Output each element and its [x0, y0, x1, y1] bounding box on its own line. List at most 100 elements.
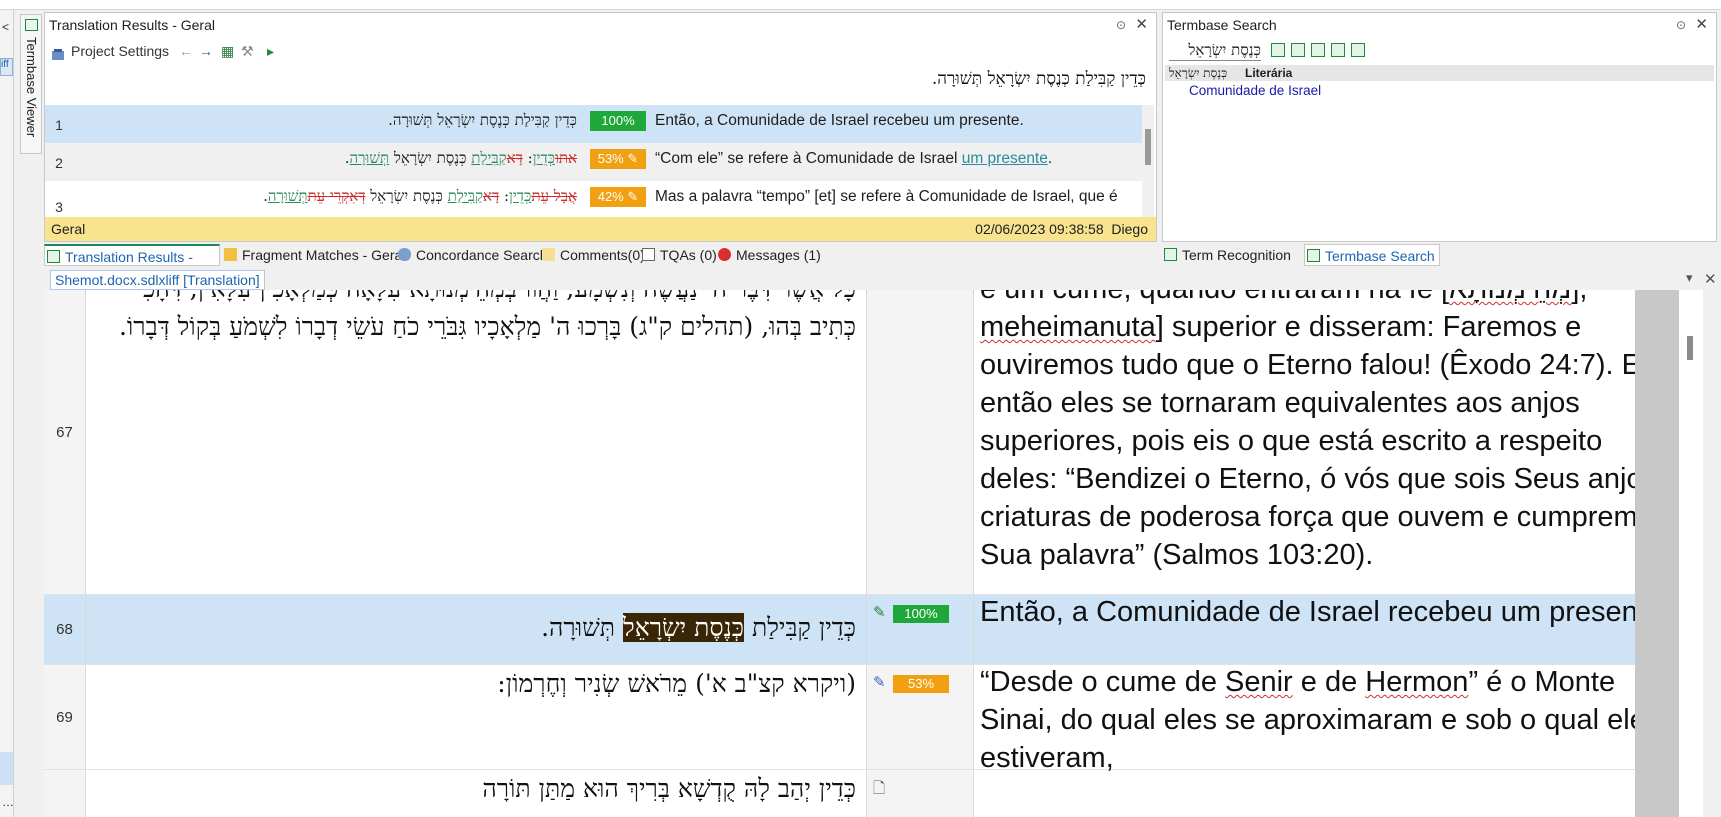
tab-label: Fragment Matches - Geral	[242, 247, 406, 263]
project-settings-label: Project Settings	[71, 43, 170, 59]
results-scrollbar[interactable]	[1142, 105, 1154, 221]
settings-tool-icon[interactable]: ⚒	[241, 39, 254, 63]
search-termbase-icon[interactable]	[1271, 43, 1285, 57]
tab-label: Concordance Search	[416, 247, 548, 263]
left-dock-tag[interactable]: iff	[0, 58, 13, 76]
termbase-list-icon[interactable]	[1311, 43, 1325, 57]
collapse-arrow-icon[interactable]: <	[2, 20, 9, 34]
segment-row-69[interactable]: 69 (ויקרא קצ"ב א') מֵרֹאשׁ שְׂנִיר וְחֶר…	[44, 665, 1660, 774]
result-field: Literária	[1245, 66, 1293, 80]
left-dock-more[interactable]: …	[2, 795, 14, 809]
left-dock-selected-item[interactable]	[0, 752, 13, 785]
segment-source[interactable]: כָּל אֲשֶׁר דִּבֶּר ה' נַעֲשֶׂה וְנִשְׁמ…	[88, 290, 864, 346]
diff-text: :	[499, 187, 510, 205]
target-text: ] superior e disseram: Faremos e ouvirem…	[980, 311, 1666, 571]
inserted-text: קַבִּילַת	[471, 149, 507, 167]
result-number: 2	[55, 155, 63, 171]
close-document-icon[interactable]: ✕	[1704, 270, 1717, 288]
termbase-edit-icon[interactable]	[1351, 43, 1365, 57]
tab-termbase-search[interactable]: Termbase Search	[1304, 244, 1440, 266]
tab-tqas[interactable]: TQAs (0)	[640, 244, 717, 266]
dropdown-icon[interactable]: ▾	[1686, 270, 1693, 286]
close-icon[interactable]: ✕	[1135, 13, 1148, 37]
termbase-viewer-icon	[25, 19, 38, 31]
inserted-text: תְּשׁוּרָה	[267, 187, 308, 205]
deleted-text: אֲבָל עֵת	[531, 187, 577, 205]
project-settings-icon	[51, 45, 65, 61]
segment-number	[44, 770, 86, 817]
tab-translation-results[interactable]: Translation Results - Geral	[44, 244, 220, 287]
segment-target[interactable]: e um cume, quando entraram na fé [מְהֵימ…	[978, 290, 1678, 574]
termbase-tab-bar: Term Recognition Termbase Search	[1162, 244, 1717, 266]
result-target: Mas a palavra “tempo” [et] se refere à C…	[655, 188, 1118, 205]
draft-pencil-icon: ✎	[873, 674, 886, 691]
editor-scrollbar-thumb[interactable]	[1687, 336, 1693, 360]
segment-source[interactable]: כְּדֵין יְהַב לָהּ קֻדְשָׁא בְּרִיךְ הוּ…	[88, 770, 864, 808]
match-percent: 42%	[597, 189, 624, 204]
inserted-text: קַבִּילַת	[447, 187, 483, 205]
deleted-text: דָּא	[482, 187, 500, 205]
segment-row-70[interactable]: כְּדֵין יְהַב לָהּ קֻדְשָׁא בְּרִיךְ הוּ…	[44, 770, 1635, 817]
status-meta: 02/06/2023 09:38:58 Diego	[975, 217, 1148, 241]
termbase-search-input[interactable]: כְּנֶסֶת יִשְׂרָאֵל	[1169, 41, 1261, 61]
result-row[interactable]: 1 כְּדֵין קַבִּילַת כְּנֶסֶת יִשְׂרָאֵל …	[45, 105, 1153, 143]
results-tab-bar: Translation Results - Geral Fragment Mat…	[44, 244, 1157, 287]
expand-arrow-icon[interactable]: ▸	[267, 39, 274, 63]
pin-icon[interactable]: ⊙	[1676, 13, 1686, 37]
deleted-text: דָּא	[506, 149, 523, 167]
segment-target[interactable]: Então, a Comunidade de Israel recebeu um…	[978, 593, 1678, 631]
segment-row-67[interactable]: 67 כָּל אֲשֶׁר דִּבֶּר ה' נַעֲשֶׂה וְנִש…	[44, 290, 1665, 595]
termbase-result-term[interactable]: Comunidade de Israel	[1189, 83, 1321, 98]
segment-target[interactable]: “Desde o cume de Senir e de Hermon” é o …	[978, 663, 1678, 777]
tab-messages[interactable]: Messages (1)	[716, 244, 821, 266]
term-recognition-icon	[1164, 248, 1177, 261]
tab-comments[interactable]: Comments(0)	[540, 244, 645, 266]
match-badge: 53%	[893, 675, 949, 693]
result-source-diff: אתוכְּדֵין: דָּאקַבִּילַת כְּנֶסֶת יִשְׂ…	[73, 149, 583, 168]
tab-fragment-matches[interactable]: Fragment Matches - Geral	[222, 244, 405, 266]
match-badge: 100%	[893, 605, 949, 623]
termbase-view-icon[interactable]	[1291, 43, 1305, 57]
translation-results-panel: Translation Results - Geral ⊙ ✕ Project …	[44, 12, 1157, 242]
error-icon	[718, 248, 731, 261]
previous-arrow-icon[interactable]: ←	[179, 39, 193, 63]
tab-term-recognition[interactable]: Term Recognition	[1162, 244, 1291, 266]
termbase-viewer-tab[interactable]: Termbase Viewer	[20, 14, 42, 154]
document-tab[interactable]: Shemot.docx.sdlxliff [Translation]	[50, 270, 265, 290]
close-icon[interactable]: ✕	[1695, 13, 1708, 37]
project-settings-button[interactable]: Project Settings	[51, 39, 169, 63]
result-row[interactable]: 3 אֲבָל עֵתכְּדֵין: דָּאקַבִּילַת כְּנֶס…	[45, 181, 1153, 221]
translated-pencil-icon: ✎	[873, 604, 886, 621]
fragment-icon	[224, 248, 237, 261]
inserted-text: כְּדֵין	[532, 149, 555, 167]
segment-row-68[interactable]: 68 כְּדֵין קַבִּילַת כְּנֶסֶת יִשְׂרָאֵל…	[44, 595, 1670, 665]
termbase-result-header: כְּנֶסֶת יִשְׂרָאֵל Literária	[1165, 65, 1714, 81]
tab-label: TQAs (0)	[660, 247, 717, 263]
status-user: Diego	[1111, 221, 1148, 237]
segment-number: 67	[44, 290, 86, 594]
termbase-search-title: Termbase Search	[1167, 17, 1277, 33]
deleted-text: דְּאִקְרֵי עֵת	[307, 187, 366, 205]
scrollbar-thumb[interactable]	[1145, 129, 1151, 165]
hebrew-term: מְהֵימְנוּתָא	[1449, 290, 1571, 305]
pin-icon[interactable]: ⊙	[1116, 13, 1126, 37]
target-text: e de	[1292, 666, 1366, 698]
inserted-text: תְּשׁוּרָה	[349, 149, 390, 167]
misspelled-word: Senir	[1225, 666, 1293, 698]
tab-concordance-search[interactable]: Concordance Search	[396, 244, 548, 266]
segment-source[interactable]: (ויקרא קצ"ב א') מֵרֹאשׁ שְׂנִיר וְחֶרְמו…	[88, 665, 864, 703]
segment-source[interactable]: כְּדֵין קַבִּילַת כְּנֶסֶת יִשְׂרָאֵל תְ…	[88, 609, 864, 647]
comment-icon	[542, 248, 555, 261]
termbase-add-icon[interactable]	[1331, 43, 1345, 57]
translation-results-title-bar: Translation Results - Geral ⊙ ✕	[45, 13, 1156, 37]
segment-number: 69	[44, 665, 86, 769]
editor-grid: 67 כָּל אֲשֶׁר דִּבֶּר ה' נַעֲשֶׂה וְנִש…	[44, 290, 1703, 817]
translation-results-icon	[47, 250, 60, 263]
segment-status-cell: ✎ 53%	[866, 665, 974, 769]
current-source-segment: כְּדֵין קַבִּילַת כְּנֶסֶת יִשְׂרָאֵל תְ…	[931, 69, 1146, 89]
next-arrow-icon[interactable]: →	[199, 39, 213, 63]
segment-status-cell	[866, 290, 974, 594]
result-row[interactable]: 2 אתוכְּדֵין: דָּאקַבִּילַת כְּנֶסֶת יִש…	[45, 143, 1153, 181]
diff-text: כְּנֶסֶת יִשְׂרָאֵל	[389, 149, 472, 167]
apply-translation-icon[interactable]: ▦	[221, 39, 234, 63]
